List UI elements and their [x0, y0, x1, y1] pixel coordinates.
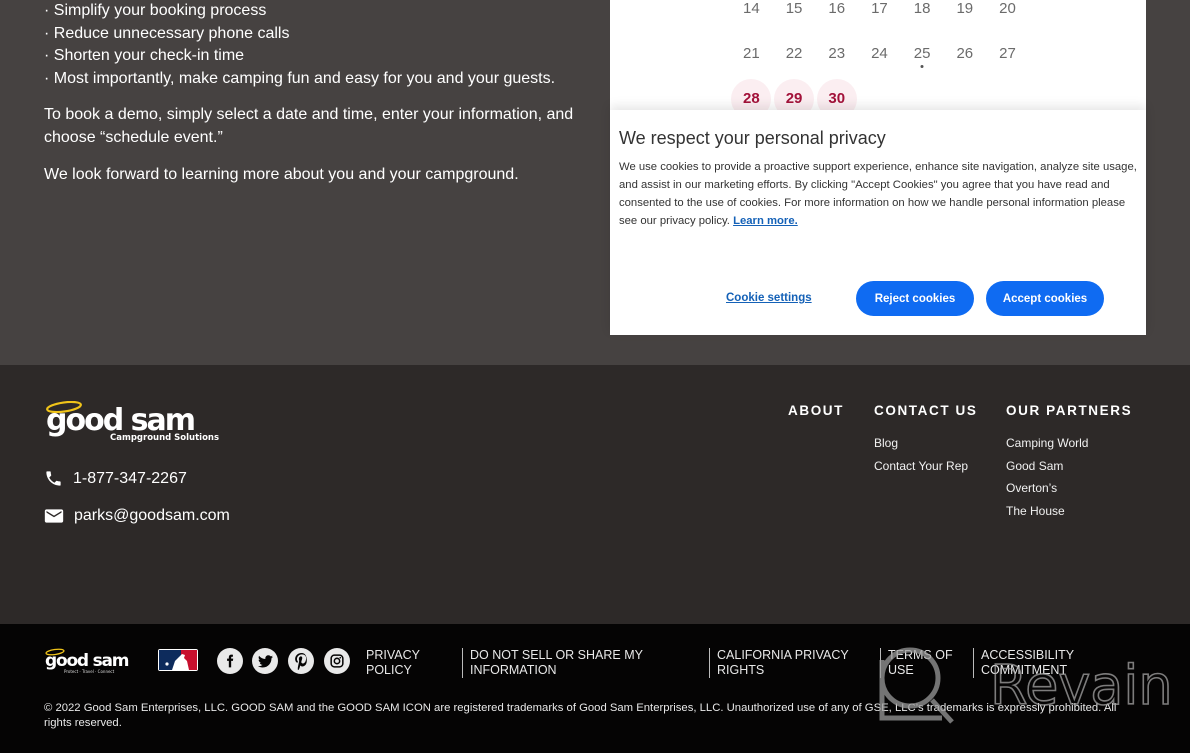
calendar-day[interactable]: 22: [773, 45, 816, 62]
day-number: 25: [913, 45, 931, 62]
cookie-description: We use cookies to provide a proactive su…: [619, 158, 1137, 230]
cookie-consent-banner: We respect your personal privacy We use …: [610, 110, 1146, 335]
closing-text: We look forward to learning more about y…: [44, 165, 519, 183]
phone-contact[interactable]: 1-877-347-2267: [44, 469, 187, 488]
site-footer: good sam Campground Solutions 1-877-347-…: [0, 365, 1190, 624]
twitter-icon: [257, 654, 273, 667]
calendar-day[interactable]: 24: [858, 45, 901, 62]
phone-number: 1-877-347-2267: [73, 469, 187, 487]
calendar-day-today[interactable]: 25: [901, 45, 944, 68]
contact-heading[interactable]: CONTACT US: [874, 403, 978, 418]
good-sam-logo[interactable]: good sam Protect · Travel · Connect: [44, 648, 144, 674]
calendar-day[interactable]: 18: [901, 0, 944, 17]
learn-more-link[interactable]: Learn more.: [733, 215, 798, 227]
calendar-week: 21 22 23 24 25 26 27: [730, 45, 1029, 68]
logo-wordmark-small: good sam: [45, 651, 129, 671]
calendar-day[interactable]: 19: [943, 0, 986, 17]
email-contact[interactable]: parks@goodsam.com: [44, 507, 230, 525]
cookie-body: We use cookies to provide a proactive su…: [619, 161, 1137, 227]
calendar-day[interactable]: 21: [730, 45, 773, 62]
calendar-day-available[interactable]: 29: [773, 90, 816, 107]
facebook-link[interactable]: [217, 648, 243, 674]
cookie-actions: Cookie settings Reject cookies Accept co…: [610, 281, 1146, 317]
calendar-grid: 14 15 16 17 18 19 20 21 22 23 24 25 26 2…: [0, 0, 1190, 110]
calendar-day[interactable]: 14: [730, 0, 773, 17]
do-not-sell-link[interactable]: DO NOT SELL OR SHARE MY INFORMATION: [462, 648, 662, 678]
calendar-week: 28 29 30: [730, 90, 858, 107]
calendar-day[interactable]: 26: [943, 45, 986, 62]
instagram-icon: [330, 654, 344, 668]
demo-instructions: To book a demo, simply select a date and…: [44, 106, 574, 146]
pinterest-link[interactable]: [288, 648, 314, 674]
footer-col-partners: OUR PARTNERS Camping World Good Sam Over…: [1006, 403, 1132, 522]
california-privacy-link[interactable]: CALIFORNIA PRIVACY RIGHTS: [709, 648, 859, 678]
pinterest-icon: [294, 652, 307, 670]
legal-bar: good sam Protect · Travel · Connect PRIV…: [0, 624, 1190, 753]
calendar-day-available[interactable]: 30: [815, 90, 858, 107]
copyright-text: © 2022 Good Sam Enterprises, LLC. GOOD S…: [44, 702, 1117, 729]
calendar-day[interactable]: 27: [986, 45, 1029, 62]
calendar-week: 14 15 16 17 18 19 20: [730, 0, 1029, 17]
footer-link-camping-world[interactable]: Camping World: [1006, 432, 1132, 455]
phone-icon: [46, 471, 61, 486]
calendar-day-available[interactable]: 28: [730, 90, 773, 107]
partners-heading[interactable]: OUR PARTNERS: [1006, 403, 1132, 418]
privacy-policy-link[interactable]: PRIVACY POLICY: [366, 648, 446, 678]
calendar-day[interactable]: 23: [815, 45, 858, 62]
terms-of-use-link[interactable]: TERMS OF USE: [880, 648, 960, 678]
instagram-link[interactable]: [324, 648, 350, 674]
footer-link-overtons[interactable]: Overton’s: [1006, 477, 1132, 500]
footer-link-good-sam[interactable]: Good Sam: [1006, 455, 1132, 478]
today-dot-icon: [920, 65, 924, 68]
mlb-logo-icon[interactable]: [158, 649, 198, 671]
mail-icon: [44, 509, 64, 523]
calendar-day[interactable]: 15: [773, 0, 816, 17]
cookie-title: We respect your personal privacy: [619, 128, 886, 148]
logo-tagline: Protect · Travel · Connect: [64, 669, 115, 674]
facebook-icon: [227, 654, 234, 668]
calendar-day[interactable]: 20: [986, 0, 1029, 17]
accessibility-link[interactable]: ACCESSIBILITY COMMITMENT: [973, 648, 1093, 678]
email-address: parks@goodsam.com: [74, 507, 230, 524]
twitter-link[interactable]: [252, 648, 278, 674]
logo-subtext: Campground Solutions: [110, 433, 219, 443]
accept-cookies-button[interactable]: Accept cookies: [986, 281, 1104, 316]
footer-col-contact: CONTACT US Blog Contact Your Rep: [874, 403, 978, 477]
calendar-day[interactable]: 16: [815, 0, 858, 17]
good-sam-campground-logo[interactable]: good sam Campground Solutions: [44, 401, 219, 443]
calendar-day[interactable]: 17: [858, 0, 901, 17]
footer-link-blog[interactable]: Blog: [874, 432, 978, 455]
footer-col-about: ABOUT: [788, 403, 844, 418]
footer-link-the-house[interactable]: The House: [1006, 500, 1132, 523]
reject-cookies-button[interactable]: Reject cookies: [856, 281, 974, 316]
footer-link-contact-rep[interactable]: Contact Your Rep: [874, 455, 978, 478]
cookie-settings-link[interactable]: Cookie settings: [726, 292, 812, 304]
about-heading[interactable]: ABOUT: [788, 403, 844, 418]
